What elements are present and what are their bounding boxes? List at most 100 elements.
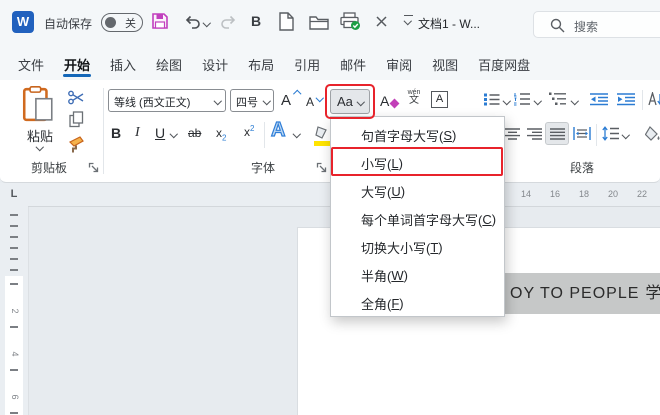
line-spacing-icon [602, 126, 619, 141]
text-effects-button[interactable]: A [270, 118, 286, 142]
menu-item-label: 小写( [361, 156, 392, 172]
open-file-button[interactable] [309, 15, 329, 30]
tab-insert[interactable]: 插入 [100, 45, 146, 80]
bullets-chevron-icon[interactable] [503, 97, 511, 105]
align-center-button[interactable] [505, 128, 520, 140]
text-effects-chevron-icon[interactable] [293, 130, 301, 138]
increase-indent-button[interactable] [617, 93, 635, 106]
menu-item-accelerator: W [391, 267, 404, 283]
search-icon [550, 18, 565, 33]
print-preview-button[interactable] [340, 12, 361, 31]
ruler-tick [10, 326, 18, 328]
line-spacing-button[interactable] [602, 126, 619, 141]
decrease-indent-button[interactable] [590, 93, 608, 106]
menu-item-full-width[interactable]: 全角(F) [331, 289, 504, 317]
word-logo-icon: W [12, 11, 34, 33]
char-border-label: A [435, 93, 444, 105]
redo-button[interactable] [221, 14, 237, 29]
qat-customize-button[interactable] [404, 15, 414, 16]
paste-button[interactable] [22, 86, 54, 122]
paste-chevron-icon[interactable] [36, 143, 44, 151]
tab-stop-selector[interactable]: L [6, 186, 22, 202]
subscript-button[interactable]: x2 [216, 126, 226, 142]
font-dialog-launcher[interactable] [316, 162, 327, 173]
menu-item-half-width[interactable]: 半角(W) [331, 261, 504, 289]
bold-button[interactable]: B [111, 125, 121, 141]
dialog-launcher-icon [88, 162, 99, 173]
ruler-number: 22 [636, 189, 647, 199]
search-box[interactable]: 搜索 [533, 11, 660, 38]
tab-draw[interactable]: 绘图 [146, 45, 192, 80]
ruler-tick [10, 247, 18, 249]
menu-item-sentence-case[interactable]: 句首字母大写(S) [331, 121, 504, 149]
menu-item-toggle-case[interactable]: 切换大小写(T) [331, 233, 504, 261]
tab-design[interactable]: 设计 [192, 45, 238, 80]
highlight-pen-icon [314, 126, 331, 146]
tab-review[interactable]: 审阅 [376, 45, 422, 80]
underline-button[interactable]: U [155, 125, 165, 141]
clipboard-dialog-launcher[interactable] [88, 162, 99, 173]
format-painter-button[interactable] [68, 136, 85, 153]
ruler-number: 14 [520, 189, 531, 199]
bullets-button[interactable] [484, 93, 500, 106]
undo-button[interactable] [184, 14, 200, 29]
ruler-number: 4 [10, 351, 20, 357]
font-size-select[interactable]: 四号 [230, 89, 274, 112]
save-icon [152, 13, 168, 29]
tab-layout[interactable]: 布局 [238, 45, 284, 80]
clipboard-group-label: 剪贴板 [30, 161, 67, 175]
ruler-tick [10, 269, 18, 271]
toggle-knob-icon [105, 16, 116, 28]
character-border-button[interactable]: A [431, 91, 448, 108]
numbering-button[interactable] [514, 92, 531, 106]
phonetic-guide-button[interactable]: wén 文 [404, 89, 424, 106]
ruler-tick [10, 236, 18, 238]
shading-button[interactable] [645, 126, 660, 142]
menu-item-capitalize-each-word[interactable]: 每个单词首字母大写(C) [331, 205, 504, 233]
align-right-button[interactable] [527, 128, 542, 140]
highlight-color-button[interactable] [312, 125, 332, 147]
undo-chevron-icon[interactable] [203, 19, 211, 27]
autosave-toggle[interactable]: 关 [101, 13, 143, 32]
qat-close-button[interactable] [375, 15, 388, 28]
autosave-label: 自动保存 [44, 17, 93, 31]
new-document-button[interactable] [279, 12, 294, 31]
sort-button[interactable] [648, 92, 660, 106]
tab-mailings[interactable]: 邮件 [330, 45, 376, 80]
scissors-icon [68, 90, 84, 105]
copy-button[interactable] [69, 111, 84, 128]
superscript-button[interactable]: x2 [244, 124, 254, 139]
multilevel-list-button[interactable] [549, 92, 567, 106]
change-case-button[interactable]: Aa [330, 89, 370, 114]
justify-icon [549, 128, 565, 140]
save-button[interactable] [151, 12, 169, 30]
distributed-button[interactable] [573, 126, 591, 141]
tab-view[interactable]: 视图 [422, 45, 468, 80]
text-effects-label: A [270, 118, 286, 141]
numbering-chevron-icon[interactable] [534, 97, 542, 105]
cut-button[interactable] [68, 90, 85, 105]
chevron-down-icon [214, 97, 222, 105]
justify-button[interactable] [545, 122, 569, 145]
multilevel-chevron-icon[interactable] [571, 97, 579, 105]
tab-baidu-netdisk[interactable]: 百度网盘 [468, 45, 540, 80]
shrink-font-button[interactable]: A [306, 95, 314, 109]
menu-item-uppercase[interactable]: 大写(U) [331, 177, 504, 205]
menu-item-lowercase[interactable]: 小写(L) [331, 149, 504, 177]
tab-references[interactable]: 引用 [284, 45, 330, 80]
italic-button[interactable]: I [135, 125, 140, 141]
grow-font-button[interactable]: A [281, 92, 291, 109]
ruler-tick [10, 283, 18, 285]
tab-file[interactable]: 文件 [8, 45, 54, 80]
underline-chevron-icon[interactable] [170, 130, 178, 138]
align-right-icon [527, 128, 542, 140]
menu-item-accelerator: L [391, 155, 399, 171]
line-spacing-chevron-icon[interactable] [622, 131, 630, 139]
tab-home[interactable]: 开始 [54, 45, 100, 80]
group-separator [103, 88, 104, 174]
quick-bold-button[interactable]: B [251, 13, 261, 29]
font-name-select[interactable]: 等线 (西文正文) [108, 89, 226, 112]
change-case-menu: 句首字母大写(S) 小写(L) 大写(U) 每个单词首字母大写(C) 切换大小写… [330, 116, 505, 317]
clear-formatting-button[interactable]: A [380, 93, 389, 109]
strikethrough-button[interactable]: ab [188, 126, 201, 140]
